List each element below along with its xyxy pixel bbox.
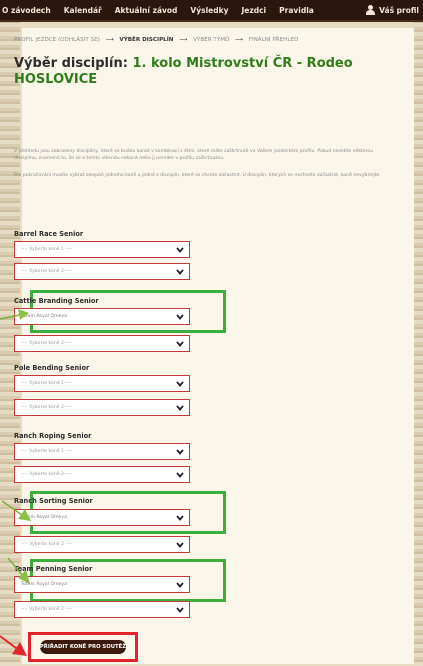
annotation-arrow-red-icon bbox=[0, 635, 27, 656]
arrow-right-icon: ⟶ bbox=[179, 37, 188, 43]
chevron-down-icon bbox=[176, 472, 184, 478]
select-value: ---- Vyberte koně 2 ---- bbox=[21, 542, 73, 547]
horse-select-1[interactable]: ---- Vyberte koně 1 ---- bbox=[14, 443, 190, 460]
chevron-down-icon bbox=[176, 582, 184, 588]
breadcrumb-step-profile[interactable]: PROFIL JEZDCE (ODHLÁSIT SE) bbox=[14, 37, 100, 43]
top-navigation: O závodech Kalendář Aktuální závod Výsle… bbox=[0, 0, 423, 22]
chevron-down-icon bbox=[176, 449, 184, 455]
horse-select-1[interactable]: ---- Vyberte koně 1 ---- bbox=[14, 241, 190, 258]
discipline-label: Cattle Branding Senior bbox=[14, 297, 99, 305]
discipline-label: Ranch Roping Senior bbox=[14, 432, 92, 440]
nav-item-riders[interactable]: Jezdci bbox=[241, 6, 266, 15]
horse-select-1[interactable]: Totem Royal Omeya bbox=[14, 576, 190, 593]
annotation-arrow-icon bbox=[8, 557, 30, 584]
horse-select-2[interactable]: ---- Vyberte koně 2 ---- bbox=[14, 466, 190, 483]
chevron-down-icon bbox=[176, 515, 184, 521]
horse-select-2[interactable]: ---- Vyberte koně 2 ---- bbox=[14, 536, 190, 553]
breadcrumb-step-teams: VÝBĚR TÝMŮ bbox=[193, 37, 230, 43]
horse-select-2[interactable]: ---- Vyberte koně 2 ---- bbox=[14, 399, 190, 416]
chevron-down-icon bbox=[176, 381, 184, 387]
user-icon bbox=[366, 5, 376, 15]
description-paragraph-2: Pro pokračování musíte vybrat alespoň je… bbox=[14, 173, 381, 178]
nav-item-results[interactable]: Výsledky bbox=[190, 6, 228, 15]
breadcrumb: PROFIL JEZDCE (ODHLÁSIT SE) ⟶ VÝBĚR DISC… bbox=[14, 37, 298, 43]
breadcrumb-step-final: FINÁLNÍ PŘEHLED bbox=[248, 37, 299, 43]
breadcrumb-step-disciplines: VÝBĚR DISCIPLÍN bbox=[119, 37, 174, 43]
select-value: ---- Vyberte koně 1 ---- bbox=[21, 381, 73, 386]
chevron-down-icon bbox=[176, 405, 184, 411]
horse-select-2[interactable]: ---- Vyberte koně 2 ---- bbox=[14, 601, 190, 618]
nav-item-rules[interactable]: Pravidla bbox=[279, 6, 314, 15]
profile-link[interactable]: Váš profil bbox=[366, 5, 419, 15]
annotation-arrow-icon bbox=[0, 309, 29, 320]
nav-item-calendar[interactable]: Kalendář bbox=[64, 6, 102, 15]
arrow-right-icon: ⟶ bbox=[105, 37, 114, 43]
nav-item-about[interactable]: O závodech bbox=[2, 6, 51, 15]
horse-select-2[interactable]: ---- Vyberte koně 2 ---- bbox=[14, 335, 190, 352]
select-value: ---- Vyberte koně 2 ---- bbox=[21, 405, 73, 410]
select-value: ---- Vyberte koně 2 ---- bbox=[21, 341, 73, 346]
select-value: ---- Vyberte koně 2 ---- bbox=[21, 269, 73, 274]
horse-select-1[interactable]: Totem Royal Omeya bbox=[14, 509, 190, 526]
discipline-label: Pole Bending Senior bbox=[14, 364, 90, 372]
arrow-right-icon: ⟶ bbox=[234, 37, 243, 43]
select-value: ---- Vyberte koně 2 ---- bbox=[21, 472, 73, 477]
discipline-label: Barrel Race Senior bbox=[14, 230, 84, 238]
event-location: HOSLOVICE bbox=[14, 72, 98, 87]
chevron-down-icon bbox=[176, 247, 184, 253]
description-paragraph-1: V přehledu jsou zobrazeny disciplíny, kt… bbox=[14, 149, 374, 161]
page-title: Výběr disciplín: 1. kolo Mistrovství ČR … bbox=[14, 56, 384, 88]
select-value: ---- Vyberte koně 1 ---- bbox=[21, 247, 73, 252]
horse-select-1[interactable]: ---- Vyberte koně 1 ---- bbox=[14, 375, 190, 392]
horse-select-2[interactable]: ---- Vyberte koně 2 ---- bbox=[14, 263, 190, 280]
title-prefix: Výběr disciplín: bbox=[14, 56, 133, 71]
chevron-down-icon bbox=[176, 314, 184, 320]
profile-label: Váš profil bbox=[379, 5, 419, 15]
highlight-box-red: PŘIŘADIT KONĚ PRO SOUTĚŽ bbox=[28, 632, 138, 662]
chevron-down-icon bbox=[176, 542, 184, 548]
annotation-arrow-icon bbox=[2, 500, 31, 521]
chevron-down-icon bbox=[176, 341, 184, 347]
assign-horses-button[interactable]: PŘIŘADIT KONĚ PRO SOUTĚŽ bbox=[40, 640, 126, 654]
nav-item-current-race[interactable]: Aktuální závod bbox=[115, 6, 178, 15]
page-background-right bbox=[413, 0, 423, 666]
event-name: 1. kolo Mistrovství ČR - Rodeo bbox=[132, 56, 353, 71]
horse-select-1[interactable]: Totem Royal Omeya bbox=[14, 308, 190, 325]
chevron-down-icon bbox=[176, 607, 184, 613]
chevron-down-icon bbox=[176, 269, 184, 275]
select-value: ---- Vyberte koně 1 ---- bbox=[21, 449, 73, 454]
select-value: ---- Vyberte koně 2 ---- bbox=[21, 607, 73, 612]
